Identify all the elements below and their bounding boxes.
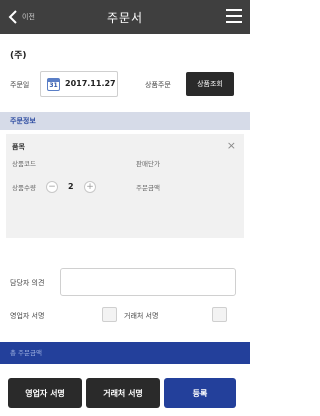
quantity-label: 상품수량 [12, 184, 36, 192]
company-name: (주) [10, 51, 27, 61]
seller-signature-label: 영업자 서명 [10, 312, 45, 320]
calendar-icon: 31 [47, 78, 60, 91]
seller-signature-checkbox[interactable] [102, 307, 117, 322]
opinion-input[interactable] [60, 268, 236, 296]
order-item-card: 품목 × 상품코드 판매단가 상품수량 주문금액 [6, 134, 244, 238]
quantity-value[interactable]: 2 [68, 182, 74, 191]
seller-sign-button[interactable]: 영업자 서명 [8, 378, 82, 408]
order-info-section-header: 주문정보 [0, 112, 250, 130]
close-icon[interactable]: × [227, 139, 236, 152]
opinion-label: 담당자 의견 [10, 279, 45, 287]
order-amount-label: 주문금액 [136, 184, 160, 192]
buyer-signature-label: 거래처 서명 [124, 312, 159, 320]
calendar-day: 31 [49, 82, 58, 89]
order-date-label: 주문일 [10, 81, 30, 89]
hamburger-menu-icon[interactable] [226, 9, 242, 23]
page-title: 주문서 [106, 11, 144, 25]
app-header: 이전 주문서 [0, 0, 250, 34]
unit-price-label: 판매단가 [136, 160, 160, 168]
product-lookup-button[interactable]: 상품조회 [186, 72, 234, 96]
buyer-sign-button[interactable]: 거래처 서명 [86, 378, 160, 408]
register-button[interactable]: 등록 [164, 378, 236, 408]
quantity-minus-button[interactable]: − [46, 181, 58, 193]
order-date-field[interactable]: 31 2017.11.27 [40, 71, 118, 97]
buyer-signature-checkbox[interactable] [212, 307, 227, 322]
item-name: 품목 [12, 143, 25, 151]
order-date-value: 2017.11.27 [65, 79, 116, 88]
quantity-plus-button[interactable]: + [84, 181, 96, 193]
total-amount-bar: 총 주문금액 [0, 342, 250, 364]
product-order-label: 상품주문 [145, 81, 171, 89]
product-code-label: 상품코드 [12, 160, 36, 168]
